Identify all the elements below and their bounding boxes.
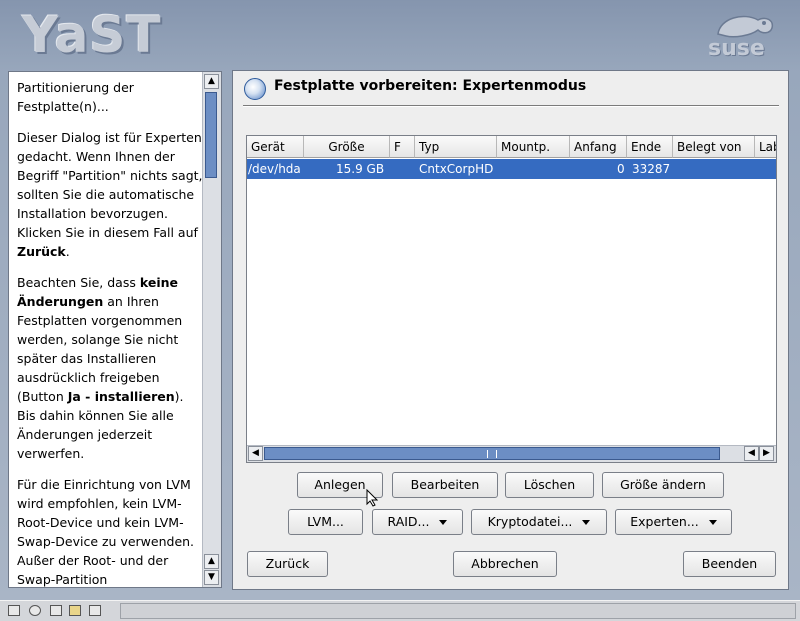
taskbar-window-list[interactable]	[120, 603, 796, 619]
raid-label: RAID...	[387, 514, 430, 529]
help-paragraph: Beachten Sie, dass keine Änderungen an I…	[17, 275, 184, 461]
power-icon[interactable]	[29, 605, 41, 616]
tools-icon[interactable]	[89, 605, 101, 616]
chevron-down-icon	[582, 520, 591, 525]
cell-type: CntxCorpHD	[419, 162, 494, 176]
disk-icon	[244, 78, 266, 100]
desktop-icon[interactable]	[8, 605, 20, 616]
desktop-background: YaST suse Partitionierung der Festplatte…	[0, 0, 800, 600]
edit-button[interactable]: Bearbeiten	[392, 472, 498, 498]
help-paragraph: Dieser Dialog ist für Experten gedacht. …	[17, 130, 203, 259]
help-paragraph: Partitionierung der Festplatte(n)...	[17, 80, 134, 114]
scrollbar-thumb[interactable]	[264, 447, 720, 460]
back-button[interactable]: Zurück	[247, 551, 328, 577]
abort-button[interactable]: Abbrechen	[453, 551, 557, 577]
column-header-type[interactable]: Typ	[415, 136, 497, 158]
partition-table[interactable]: Gerät Größe F Typ Mountp. Anfang Ende Be…	[246, 135, 777, 463]
help-text: Partitionierung der Festplatte(n)... Die…	[17, 78, 203, 587]
scroll-right-icon[interactable]: ▶	[759, 446, 774, 461]
resize-button[interactable]: Größe ändern	[602, 472, 724, 498]
chevron-down-icon	[439, 520, 448, 525]
table-row[interactable]: /dev/hda 15.9 GB CntxCorpHD 0 33287	[247, 159, 776, 179]
cell-end: 33287	[632, 162, 671, 176]
scroll-up-icon[interactable]: ▲	[204, 554, 219, 569]
mouse-cursor-icon	[366, 489, 378, 507]
expert-button[interactable]: Experten...	[615, 509, 732, 535]
taskbar	[0, 600, 800, 621]
column-header-mountpoint[interactable]: Mountp.	[497, 136, 570, 158]
column-header-end[interactable]: Ende	[627, 136, 673, 158]
table-header: Gerät Größe F Typ Mountp. Anfang Ende Be…	[247, 136, 776, 158]
suse-wordmark: suse	[708, 36, 765, 61]
table-horizontal-scrollbar[interactable]: ◀ ◀ ▶	[247, 445, 776, 462]
scroll-up-icon[interactable]: ▲	[204, 74, 219, 89]
column-header-size[interactable]: Größe	[304, 136, 390, 158]
help-scrollbar[interactable]: ▲ ▲ ▼	[202, 72, 221, 587]
yast-logo: YaST	[22, 6, 162, 64]
cell-size: 15.9 GB	[336, 162, 385, 176]
page-title: Festplatte vorbereiten: Expertenmodus	[274, 78, 587, 94]
main-panel: Festplatte vorbereiten: Expertenmodus Ge…	[232, 70, 789, 590]
scroll-left-icon[interactable]: ◀	[248, 446, 263, 461]
help-paragraph: Für die Einrichtung von LVM wird empfohl…	[17, 477, 195, 587]
column-header-label[interactable]: Lab	[755, 136, 776, 158]
grip-icon	[487, 450, 497, 458]
help-panel: Partitionierung der Festplatte(n)... Die…	[8, 71, 222, 588]
column-header-f[interactable]: F	[390, 136, 415, 158]
finish-button[interactable]: Beenden	[683, 551, 776, 577]
scrollbar-thumb[interactable]	[205, 92, 217, 178]
cell-device: /dev/hda	[248, 162, 301, 176]
column-header-start[interactable]: Anfang	[570, 136, 627, 158]
title-divider	[243, 105, 779, 107]
delete-button[interactable]: Löschen	[505, 472, 594, 498]
chevron-down-icon	[708, 520, 717, 525]
raid-button[interactable]: RAID...	[372, 509, 463, 535]
expert-label: Experten...	[630, 514, 699, 529]
lvm-button[interactable]: LVM...	[288, 509, 363, 535]
cell-start: 0	[617, 162, 625, 176]
column-header-used-by[interactable]: Belegt von	[673, 136, 755, 158]
scroll-left-icon[interactable]: ◀	[744, 446, 759, 461]
document-icon[interactable]	[50, 605, 62, 616]
column-header-device[interactable]: Gerät	[247, 136, 304, 158]
scroll-down-icon[interactable]: ▼	[204, 570, 219, 585]
crypt-file-button[interactable]: Kryptodatei...	[471, 509, 607, 535]
suse-logo: suse	[700, 8, 780, 62]
crypt-label: Kryptodatei...	[487, 514, 573, 529]
folder-icon[interactable]	[69, 605, 81, 616]
